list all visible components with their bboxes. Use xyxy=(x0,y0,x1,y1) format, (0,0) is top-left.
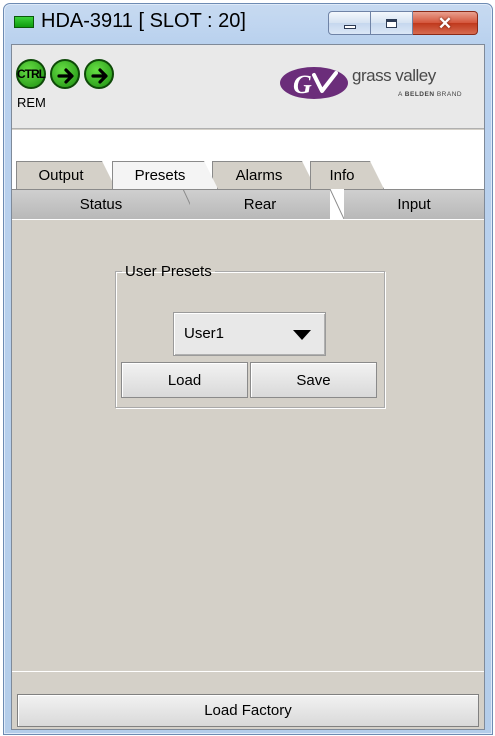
window-title: HDA-3911 [ SLOT : 20] xyxy=(41,10,246,32)
tab-presets[interactable]: Presets xyxy=(112,161,218,189)
save-button[interactable]: Save xyxy=(250,362,377,398)
preset-select[interactable]: User1 xyxy=(173,312,326,356)
main-content: CTRL REM G grass valley A BELDEN BRAND O… xyxy=(11,44,485,730)
grass-valley-logo: G grass valley A BELDEN BRAND xyxy=(278,61,478,109)
load-button[interactable]: Load xyxy=(121,362,248,398)
user-presets-label: User Presets xyxy=(125,263,212,280)
header-panel: CTRL REM G grass valley A BELDEN BRAND xyxy=(12,45,484,129)
user-presets-group: User Presets User1 Load Save xyxy=(115,263,385,408)
tab-strip: Output Presets Alarms Info Status Rear I… xyxy=(12,130,484,220)
gv-logo-icon: G xyxy=(280,67,348,99)
arrow-right-icon[interactable] xyxy=(84,59,114,89)
brand-name: grass valley xyxy=(352,66,436,85)
tab-rear[interactable]: Rear xyxy=(190,189,330,219)
brand-tagline: A BELDEN BRAND xyxy=(398,91,462,98)
chevron-down-icon xyxy=(293,330,311,340)
tab-alarms[interactable]: Alarms xyxy=(212,161,316,189)
maximize-icon xyxy=(386,18,397,28)
close-button[interactable]: ✕ xyxy=(413,11,478,35)
maximize-button[interactable] xyxy=(371,11,413,35)
tab-divider xyxy=(330,189,344,219)
close-icon: ✕ xyxy=(437,13,453,33)
preset-select-value: User1 xyxy=(184,325,225,342)
tagline-suffix: BRAND xyxy=(434,91,463,98)
tab-input[interactable]: Input xyxy=(344,189,484,219)
footer-bar: Load Factory xyxy=(12,671,484,729)
minimize-button[interactable] xyxy=(328,11,371,35)
tab-output[interactable]: Output xyxy=(16,161,116,189)
title-bar[interactable]: HDA-3911 [ SLOT : 20] ✕ xyxy=(4,4,492,44)
tagline-prefix: A xyxy=(398,91,405,98)
presets-panel: User Presets User1 Load Save xyxy=(12,221,484,671)
application-window: HDA-3911 [ SLOT : 20] ✕ CTRL REM G grass… xyxy=(3,3,493,735)
load-factory-button[interactable]: Load Factory xyxy=(17,694,479,727)
arrow-right-icon[interactable] xyxy=(50,59,80,89)
status-led-icon xyxy=(14,16,34,28)
ctrl-label: CTRL xyxy=(17,67,46,81)
rem-label: REM xyxy=(17,95,46,110)
tab-info[interactable]: Info xyxy=(310,161,384,189)
tagline-bold: BELDEN xyxy=(404,91,435,98)
ctrl-status-icon[interactable]: CTRL xyxy=(16,59,46,89)
tab-row-secondary: Status Rear Input xyxy=(12,189,484,219)
tab-status[interactable]: Status xyxy=(12,189,190,219)
minimize-icon xyxy=(343,25,356,29)
svg-text:G: G xyxy=(293,70,312,99)
